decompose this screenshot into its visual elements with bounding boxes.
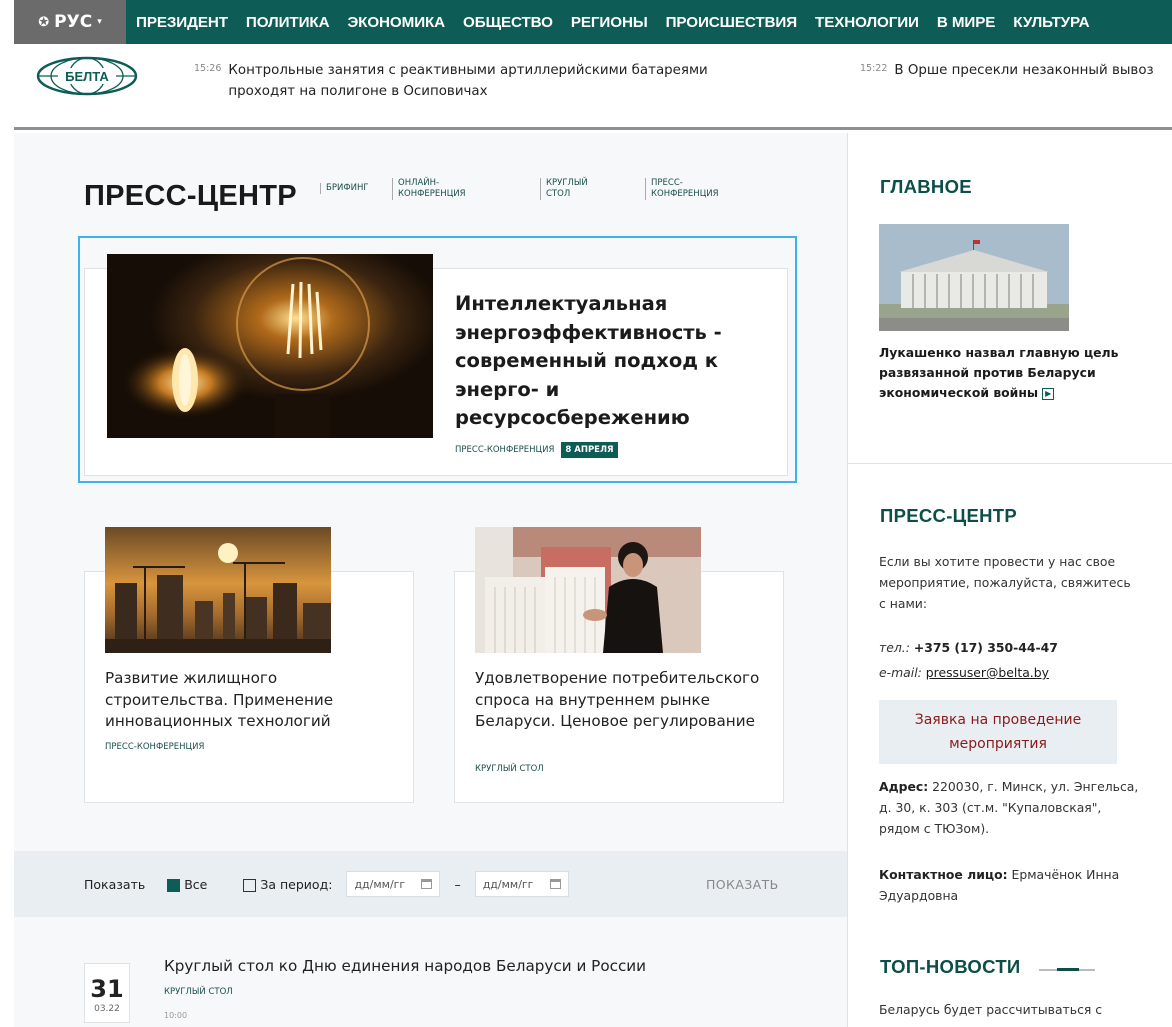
date-separator: – [454,876,461,892]
apply-event-button[interactable]: Заявка на проведение мероприятия [879,700,1117,764]
phone-label: тел.: [879,640,910,655]
date-from-input[interactable]: дд/мм/гг [346,871,441,897]
ticker-item[interactable]: 15:26 Контрольные занятия с реактивными … [194,60,734,102]
nav-item-president[interactable]: ПРЕЗИДЕНТ [136,14,228,31]
phone-number[interactable]: +375 (17) 350-44-47 [914,640,1058,655]
phone-line: тел.: +375 (17) 350-44-47 [879,637,1139,658]
main-content: ПРЕСС-ЦЕНТР БРИФИНГ ОНЛАЙН- КОНФЕРЕНЦИЯ … [14,133,847,1027]
checkbox-all[interactable] [167,878,181,892]
date-to-input[interactable]: дд/мм/гг [474,871,569,897]
chevron-down-icon: ▾ [97,17,102,27]
main-news-title[interactable]: Лукашенко назвал главную цель развязанно… [879,343,1119,403]
featured-image[interactable] [107,254,433,438]
nav-item-culture[interactable]: КУЛЬТУРА [1013,14,1089,31]
language-label: РУС [54,12,93,32]
address-label: Адрес: [879,779,929,794]
nav-item-world[interactable]: В МИРЕ [937,14,996,31]
page-title: ПРЕСС-ЦЕНТР [84,180,297,212]
show-label: Показать [84,876,146,892]
event-tag[interactable]: КРУГЛЫЙ СТОЛ [164,987,233,997]
heading-decoration [1039,968,1095,971]
date-from-placeholder: дд/мм/гг [354,877,406,891]
tab-briefing[interactable]: БРИФИНГ [320,183,369,194]
event-list-item[interactable]: 31 03.22 Круглый стол ко Дню единения на… [84,951,824,1027]
email-label: e-mail: [879,665,922,680]
nav-item-politics[interactable]: ПОЛИТИКА [246,14,330,31]
filter-bar: Показать Все За период: дд/мм/гг – дд/мм… [14,851,847,917]
contact-label: Контактное лицо: [879,867,1008,882]
video-icon: ▶ [1042,387,1055,400]
event-time: 10:00 [164,1011,188,1020]
email-line: e-mail: pressuser@belta.by [879,662,1139,683]
nav-item-incidents[interactable]: ПРОИСШЕСТВИЯ [666,14,798,31]
all-label: Все [184,876,208,892]
news-ticker: БЕЛТА 15:26 Контрольные занятия с реакти… [14,44,1172,130]
ticker-time: 15:26 [194,63,222,74]
featured-title[interactable]: Интеллектуальная энергоэффективность - с… [455,290,755,433]
tab-round-table[interactable]: КРУГЛЫЙ СТОЛ [540,178,588,200]
event-date-box: 31 03.22 [84,963,130,1023]
filter-all[interactable]: Все [167,877,207,892]
nav-item-society[interactable]: ОБЩЕСТВО [463,14,553,31]
date-badge: 8 АПРЕЛЯ [561,442,618,458]
calendar-icon[interactable] [549,879,561,889]
checkbox-period[interactable] [243,878,257,892]
card-image[interactable] [475,527,701,653]
featured-meta: ПРЕСС-КОНФЕРЕНЦИЯ 8 АПРЕЛЯ [455,442,618,458]
top-nav: ✪ РУС ▾ ПРЕЗИДЕНТ ПОЛИТИКА ЭКОНОМИКА ОБЩ… [14,0,1172,44]
press-center-info: Если вы хотите провести у нас свое мероп… [879,554,1131,611]
featured-card: Интеллектуальная энергоэффективность - с… [84,254,788,476]
language-selector[interactable]: ✪ РУС ▾ [14,0,126,44]
main-news-image[interactable] [879,224,1069,331]
period-label: За период: [260,876,333,892]
show-button[interactable]: ПОКАЗАТЬ [706,877,779,892]
nav-item-technology[interactable]: ТЕХНОЛОГИИ [815,14,919,31]
event-title[interactable]: Круглый стол ко Дню единения народов Бел… [164,957,646,975]
ticker-text: В Орше пресекли незаконный вывоз [894,63,1154,78]
sidebar: ГЛАВНОЕ Лукашенко назвал главную цель ра… [847,133,1172,1027]
press-center-heading: ПРЕСС-ЦЕНТР [880,505,1018,526]
divider [848,463,1172,464]
tab-online-conference[interactable]: ОНЛАЙН- КОНФЕРЕНЦИЯ [392,178,466,200]
date-to-placeholder: дд/мм/гг [482,877,534,891]
email-link[interactable]: pressuser@belta.by [926,665,1049,680]
article-card[interactable]: Удовлетворение потребительского спроса н… [454,527,784,803]
top-news-heading: ТОП-НОВОСТИ [880,956,1021,977]
main-news-heading: ГЛАВНОЕ [880,176,972,197]
globe-icon: ✪ [38,14,50,30]
card-title[interactable]: Развитие жилищного строительства. Примен… [105,668,400,733]
card-title[interactable]: Удовлетворение потребительского спроса н… [475,668,770,733]
tab-press-conference[interactable]: ПРЕСС- КОНФЕРЕНЦИЯ [645,178,719,200]
main-news-title-text: Лукашенко назвал главную цель развязанно… [879,345,1119,400]
address-line: Адрес: 220030, г. Минск, ул. Энгельса, д… [879,776,1139,839]
event-day: 31 [90,975,124,1003]
belta-logo[interactable]: БЕЛТА [36,56,138,96]
ticker-item[interactable]: 15:22 В Орше пресекли незаконный вывоз [860,60,1172,81]
nav-item-regions[interactable]: РЕГИОНЫ [571,14,648,31]
contact-line: Контактное лицо: Ермачёнок Инна Эдуардов… [879,864,1139,906]
nav-item-economy[interactable]: ЭКОНОМИКА [347,14,445,31]
card-tag[interactable]: КРУГЛЫЙ СТОЛ [475,764,544,774]
featured-article[interactable]: Интеллектуальная энергоэффективность - с… [78,236,797,483]
featured-tag[interactable]: ПРЕСС-КОНФЕРЕНЦИЯ [455,445,554,455]
calendar-icon[interactable] [421,879,433,889]
event-month: 03.22 [94,1004,120,1014]
nav-menu: ПРЕЗИДЕНТ ПОЛИТИКА ЭКОНОМИКА ОБЩЕСТВО РЕ… [126,0,1108,44]
ticker-text: Контрольные занятия с реактивными артилл… [228,63,708,99]
ticker-time: 15:22 [860,63,888,74]
top-news-item[interactable]: Беларусь будет рассчитываться с [879,1002,1102,1017]
card-tag[interactable]: ПРЕСС-КОНФЕРЕНЦИЯ [105,742,204,752]
card-image[interactable] [105,527,331,653]
article-card[interactable]: Развитие жилищного строительства. Примен… [84,527,414,803]
filter-period[interactable]: За период: [243,877,332,892]
logo-text: БЕЛТА [65,69,109,84]
